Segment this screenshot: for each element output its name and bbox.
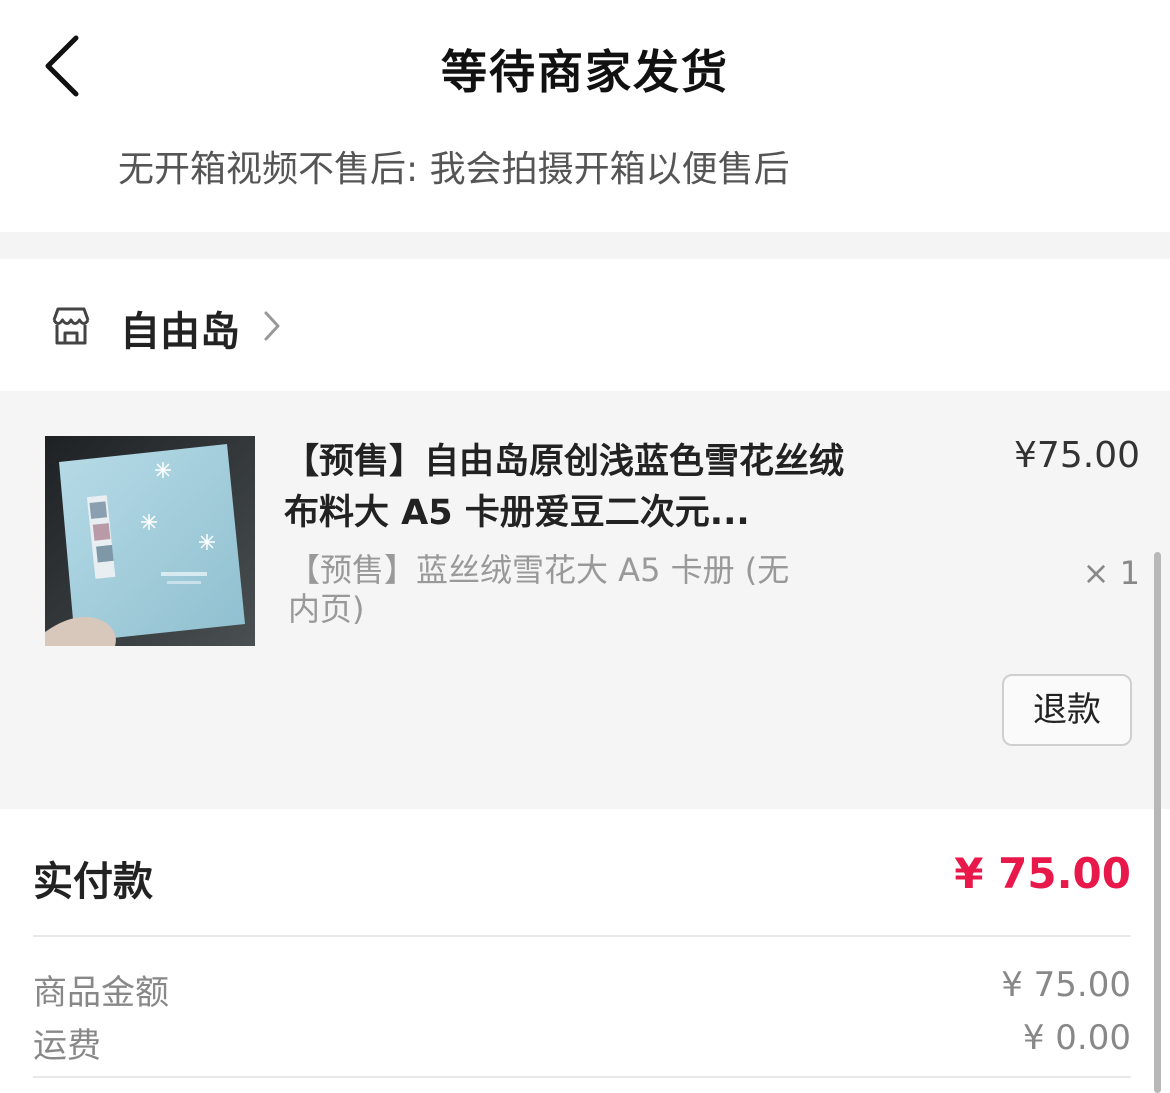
section-divider <box>0 232 1170 259</box>
product-variant: 【预售】蓝丝绒雪花大 A5 卡册 (无内页) <box>288 551 790 628</box>
product-photo <box>45 436 255 646</box>
shipping-fee-label: 运费 <box>33 1026 101 1066</box>
refund-button[interactable]: 退款 <box>1002 674 1132 746</box>
chevron-right-icon <box>264 311 280 341</box>
shop-row[interactable]: 自由岛 <box>0 259 1170 391</box>
shipping-fee-row: 运费 ¥ 0.00 <box>33 1018 1131 1068</box>
product-item[interactable]: 【预售】自由岛原创浅蓝色雪花丝绒布料大 A5 卡册爱豆二次元... ¥75.00… <box>0 391 1170 809</box>
divider <box>33 1076 1131 1078</box>
page-title: 等待商家发货 <box>441 45 729 99</box>
total-paid-value: ¥ 75.00 <box>954 849 1131 898</box>
product-image[interactable] <box>45 436 255 646</box>
header: 等待商家发货 <box>0 0 1170 130</box>
product-title: 【预售】自由岛原创浅蓝色雪花丝绒布料大 A5 卡册爱豆二次元... <box>284 442 845 533</box>
goods-amount-row: 商品金额 ¥ 75.00 <box>33 965 1131 1015</box>
goods-amount-label: 商品金额 <box>33 973 169 1013</box>
shipping-fee-value: ¥ 0.00 <box>1022 1018 1131 1058</box>
order-notice: 无开箱视频不售后: 我会拍摄开箱以便售后 <box>118 149 790 190</box>
total-paid-row: 实付款 ¥ 75.00 <box>33 809 1131 935</box>
product-quantity: × 1 <box>1082 554 1140 592</box>
divider <box>33 935 1131 937</box>
scrollbar[interactable] <box>1154 552 1161 1093</box>
total-paid-label: 实付款 <box>33 859 153 905</box>
product-price: ¥75.00 <box>1014 435 1140 476</box>
order-detail-page: 等待商家发货 无开箱视频不售后: 我会拍摄开箱以便售后 自由岛 【预售】自由岛原… <box>0 0 1170 1093</box>
goods-amount-value: ¥ 75.00 <box>1001 965 1131 1005</box>
store-icon <box>52 307 90 345</box>
shop-name: 自由岛 <box>120 309 240 355</box>
